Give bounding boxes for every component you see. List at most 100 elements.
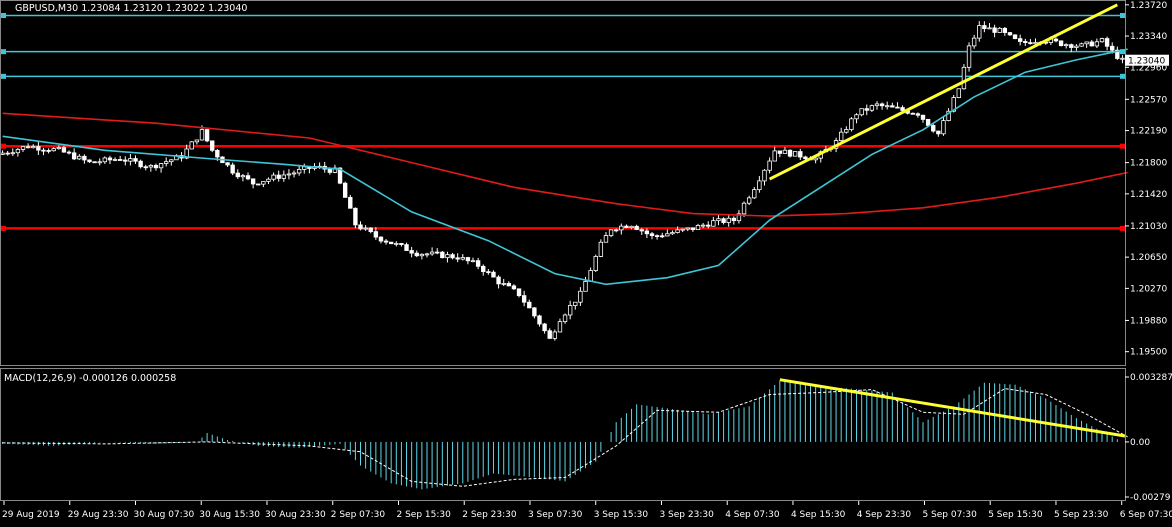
bear-candle-body (353, 207, 358, 226)
bear-candle-body (803, 156, 808, 160)
bull-candle-body (261, 181, 266, 185)
candle (966, 42, 972, 72)
bear-candle-body (414, 252, 419, 257)
candle (787, 149, 793, 158)
bull-candle-body (670, 232, 675, 235)
bull-candle-body (363, 227, 368, 230)
time-tick-label: 2 Sep 07:30 (331, 510, 386, 520)
bear-candle-body (481, 265, 486, 273)
bear-candle-body (624, 225, 629, 229)
bear-candle-body (409, 250, 414, 254)
bull-candle-body (997, 27, 1002, 33)
bear-candle-body (1002, 27, 1008, 33)
candle (389, 241, 394, 245)
bull-candle-body (240, 175, 246, 178)
time-tick-label: 30 Aug 15:30 (199, 510, 260, 520)
bull-candle-body (859, 108, 864, 116)
bull-candle-body (419, 253, 425, 257)
bull-candle-body (716, 218, 721, 222)
bear-candle-body (435, 251, 440, 254)
macd-tick-label: 0.00 (1130, 438, 1150, 448)
bear-candle-body (1023, 41, 1028, 43)
bear-candle-body (925, 118, 931, 126)
bear-candle-body (230, 164, 235, 174)
bear-candle-body (1089, 41, 1094, 47)
candle (598, 239, 604, 258)
bear-candle-body (133, 158, 138, 162)
bear-candle-body (5, 152, 10, 155)
bull-candle-body (271, 174, 276, 180)
bull-candle-body (619, 225, 624, 231)
candle (440, 251, 445, 259)
time-tick-label: 5 Sep 15:30 (988, 510, 1043, 520)
bull-candle-body (562, 314, 568, 323)
candle (961, 64, 967, 90)
time-tick-label: 30 Aug 23:30 (265, 510, 326, 520)
bull-candle-body (1079, 43, 1084, 47)
bear-candle-body (404, 244, 409, 251)
candle (956, 88, 961, 99)
time-tick-label: 2 Sep 23:30 (462, 510, 517, 520)
bear-candle-body (992, 27, 997, 33)
price-tick-label: 1.19500 (1130, 348, 1167, 358)
bull-candle-body (813, 157, 818, 161)
time-tick-label: 2 Sep 15:30 (396, 510, 451, 520)
bull-candle-body (854, 114, 859, 120)
bull-candle-body (573, 301, 578, 306)
level-handle-left-2 (1, 73, 6, 79)
bull-candle-body (501, 283, 506, 285)
bull-candle-body (700, 224, 706, 227)
trading-chart[interactable]: 1.237201.233401.229601.225701.221901.218… (0, 0, 1172, 527)
bear-candle-body (895, 106, 900, 109)
bear-candle-body (1104, 38, 1110, 47)
bear-candle-body (532, 307, 537, 317)
bull-candle-body (1064, 44, 1069, 47)
bull-candle-body (97, 161, 102, 164)
bear-candle-body (235, 172, 240, 178)
bear-candle-body (721, 218, 726, 223)
bear-candle-body (368, 227, 373, 233)
bull-candle-body (767, 160, 772, 171)
bull-candle-body (987, 27, 992, 30)
level-handle-left-0 (1, 13, 6, 19)
bull-candle-body (885, 105, 890, 108)
time-tick-label: 3 Sep 07:30 (528, 510, 583, 520)
bear-candle-body (634, 225, 639, 230)
bear-candle-body (342, 182, 348, 198)
candle (342, 181, 348, 198)
bull-candle-body (164, 161, 169, 164)
bull-candle-body (291, 172, 297, 175)
bear-candle-body (654, 235, 660, 238)
bull-candle-body (302, 166, 307, 170)
bull-candle-body (189, 141, 194, 150)
bear-candle-body (378, 236, 384, 242)
bear-candle-body (1017, 38, 1023, 42)
bull-candle-body (1099, 38, 1105, 43)
bull-candle-body (281, 174, 286, 179)
bear-candle-body (41, 149, 46, 152)
price-tick-label: 1.23720 (1130, 1, 1167, 11)
candle (849, 117, 854, 132)
bear-candle-body (649, 233, 655, 237)
price-tick-label: 1.21420 (1130, 190, 1167, 200)
time-tick-label: 30 Aug 07:30 (133, 510, 194, 520)
bull-candle-body (148, 164, 154, 168)
time-tick-label: 6 Sep 07:30 (1120, 510, 1172, 520)
price-tick-label: 1.21030 (1130, 222, 1167, 232)
bull-candle-body (1084, 41, 1089, 45)
bull-candle-body (20, 146, 26, 150)
bull-candle-body (583, 281, 588, 292)
bear-candle-body (92, 161, 97, 164)
time-tick-label: 5 Sep 07:30 (922, 510, 977, 520)
bear-candle-body (614, 229, 619, 232)
level-handle-left-3 (1, 143, 6, 149)
bull-candle-body (849, 118, 854, 130)
candle (92, 161, 97, 164)
candle (792, 151, 798, 157)
bear-candle-body (455, 257, 460, 260)
bear-candle-body (107, 157, 113, 161)
level-handle-right-0 (1120, 13, 1125, 19)
bull-candle-body (194, 139, 200, 143)
bull-candle-body (782, 149, 788, 154)
bull-candle-body (470, 260, 476, 263)
